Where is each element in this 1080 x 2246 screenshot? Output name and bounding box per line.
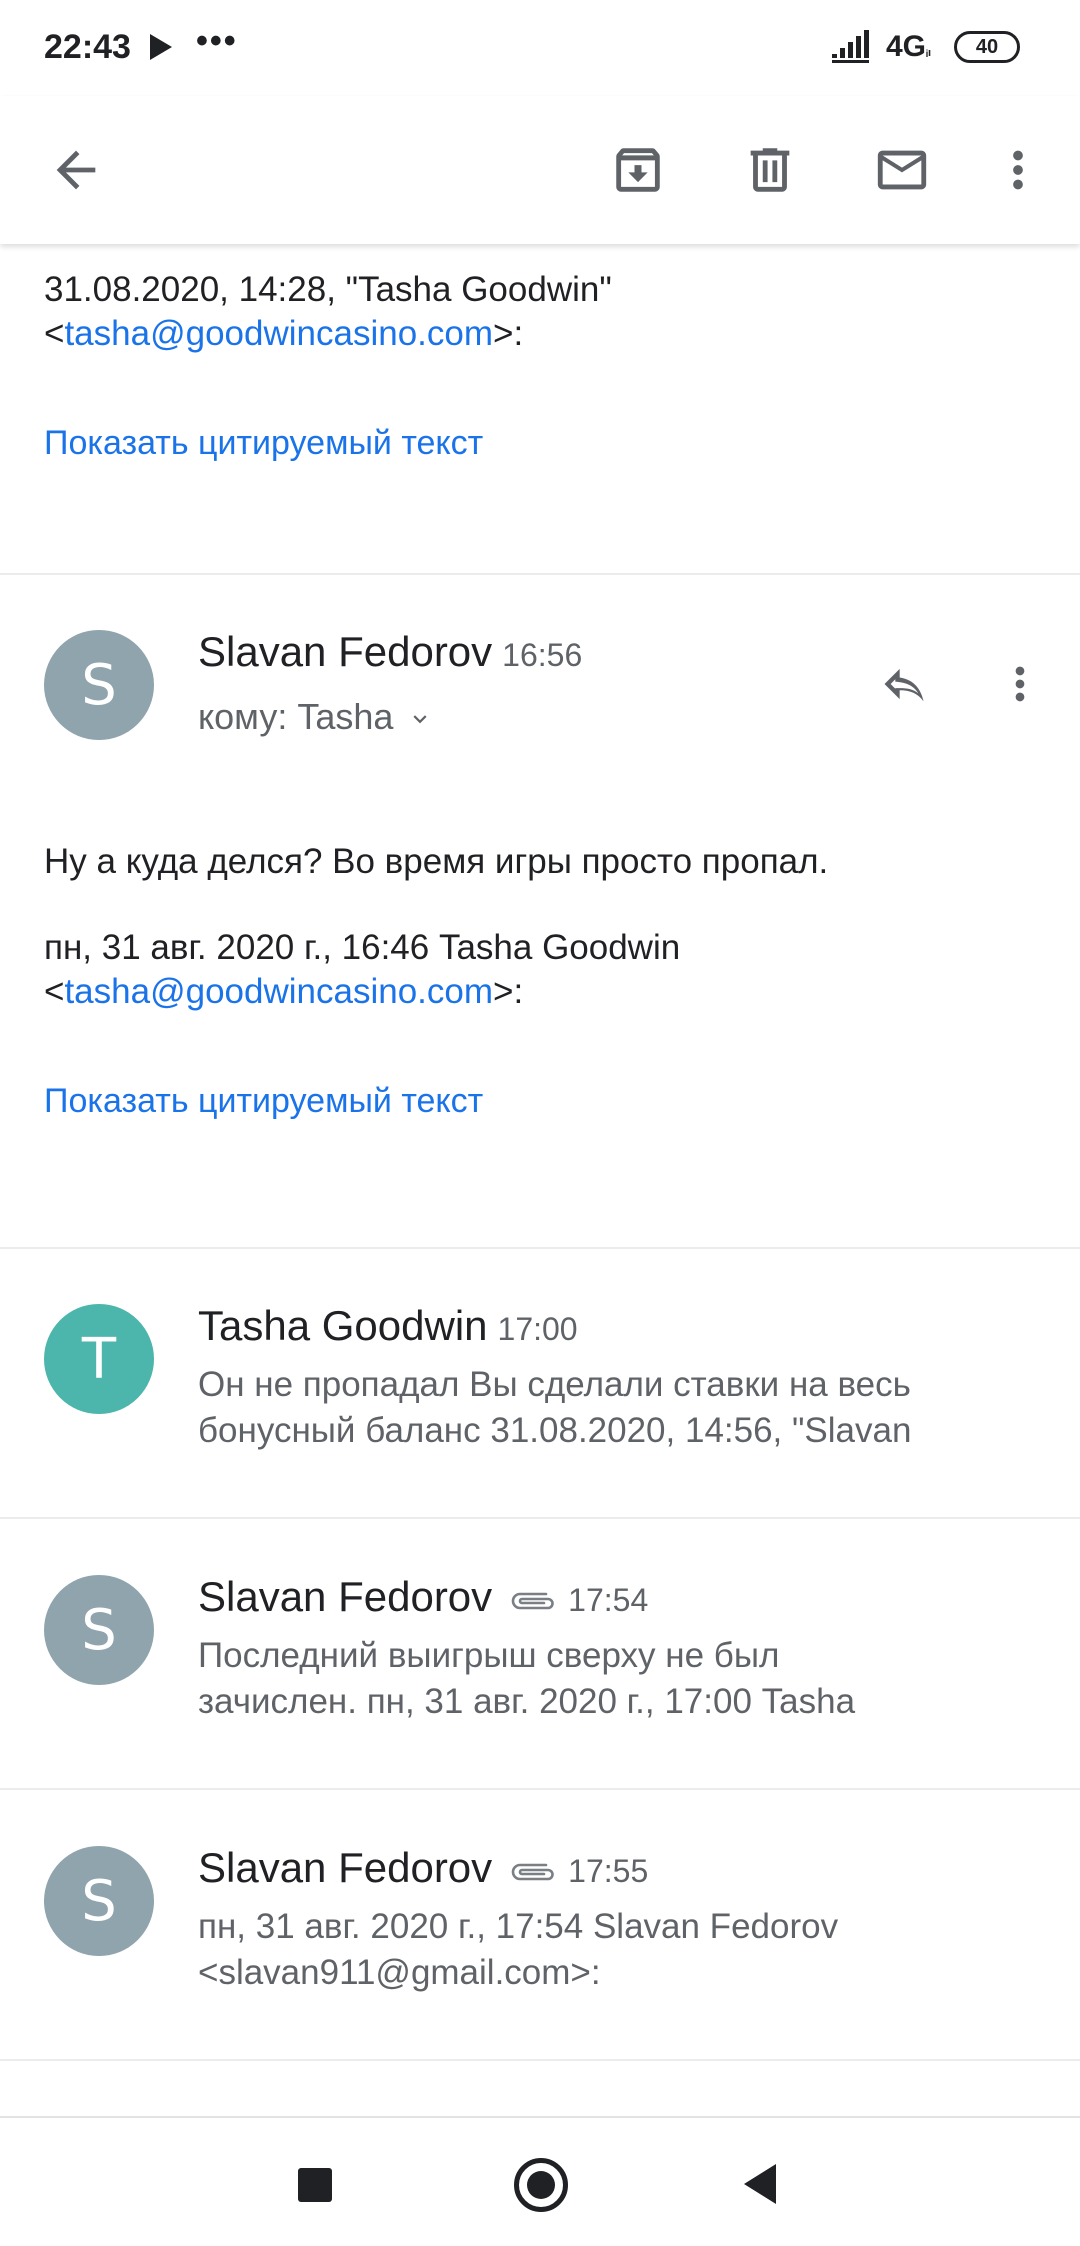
status-bar: 22:43 ••• 4Gᵢₗ 40 — [0, 0, 1080, 96]
quote-date-line: пн, 31 авг. 2020 г., 16:46 Tasha Goodwin — [44, 928, 681, 967]
message-sender: Slavan Fedorov 17:55 — [198, 1844, 648, 1892]
delete-button[interactable] — [726, 126, 814, 214]
sender-name: Slavan Fedorov — [198, 1844, 493, 1891]
battery-indicator: 40 — [954, 31, 1020, 63]
message-sender: Slavan Fedorov 17:54 — [198, 1573, 648, 1621]
divider — [0, 1788, 1080, 1790]
status-more: ••• — [196, 22, 238, 60]
trash-icon — [750, 148, 790, 192]
network-type: 4Gᵢₗ — [886, 30, 932, 63]
reply-icon — [884, 668, 924, 702]
chevron-down-icon — [413, 715, 427, 724]
archive-button[interactable] — [594, 126, 682, 214]
sender-name: Tasha Goodwin — [198, 1302, 488, 1349]
quote-email-line: <tasha@goodwincasino.com>: — [44, 972, 524, 1011]
quote-email-line: <tasha@goodwincasino.com>: — [44, 314, 524, 353]
email-link[interactable]: tasha@goodwincasino.com — [64, 314, 493, 353]
divider — [0, 2059, 1080, 2061]
status-time: 22:43 — [44, 28, 131, 66]
divider — [0, 573, 1080, 575]
message-time: 17:55 — [568, 1853, 649, 1889]
show-quoted-text-link[interactable]: Показать цитируемый текст — [44, 424, 483, 463]
recents-button[interactable] — [298, 2168, 332, 2202]
message-snippet: Последний выигрыш сверху не был зачислен… — [198, 1636, 856, 1721]
mail-icon — [877, 150, 927, 190]
message-sender[interactable]: Slavan Fedorov 16:56 — [198, 628, 582, 676]
show-quoted-text-link[interactable]: Показать цитируемый текст — [44, 1082, 483, 1121]
avatar[interactable]: S — [44, 1846, 154, 1956]
recipient-label: кому: Tasha — [198, 696, 394, 737]
back-button[interactable] — [32, 126, 120, 214]
archive-icon — [616, 148, 660, 192]
home-button[interactable] — [514, 2158, 568, 2212]
divider — [0, 1517, 1080, 1519]
message-snippet: пн, 31 авг. 2020 г., 17:54 Slavan Fedoro… — [198, 1907, 839, 1992]
message-snippet: Он не пропадал Вы сделали ставки на весь… — [198, 1365, 912, 1450]
divider — [0, 1247, 1080, 1249]
avatar[interactable]: S — [44, 1575, 154, 1685]
message-body: Ну а куда делся? Во время игры просто пр… — [44, 842, 829, 881]
signal-icon — [832, 30, 869, 63]
navigation-bar — [0, 2116, 1080, 2246]
message-time: 16:56 — [502, 637, 583, 673]
attachment-icon — [511, 1592, 554, 1610]
sender-name: Slavan Fedorov — [198, 628, 493, 675]
reply-button[interactable] — [864, 644, 944, 724]
message-time: 17:00 — [497, 1311, 578, 1347]
play-icon — [150, 34, 172, 60]
avatar[interactable]: S — [44, 630, 154, 740]
more-options-button[interactable] — [976, 126, 1060, 214]
quote-date-line: 31.08.2020, 14:28, "Tasha Goodwin" — [44, 270, 612, 309]
mark-unread-button[interactable] — [858, 126, 946, 214]
recipient-toggle[interactable]: кому: Tasha — [198, 696, 433, 738]
message-time: 17:54 — [568, 1582, 649, 1618]
quote-header: 31.08.2020, 14:28, "Tasha Goodwin" <tash… — [44, 268, 612, 356]
arrow-back-icon — [56, 150, 96, 190]
email-link[interactable]: tasha@goodwincasino.com — [64, 972, 493, 1011]
attachment-icon — [511, 1863, 554, 1881]
avatar[interactable]: T — [44, 1304, 154, 1414]
sender-name: Slavan Fedorov — [198, 1573, 493, 1620]
more-vert-icon — [1013, 150, 1023, 190]
message-sender: Tasha Goodwin 17:00 — [198, 1302, 578, 1350]
toolbar — [0, 96, 1080, 244]
back-nav-button[interactable] — [744, 2164, 776, 2204]
message-more-button[interactable] — [980, 644, 1060, 724]
quote-header: пн, 31 авг. 2020 г., 16:46 Tasha Goodwin… — [44, 926, 680, 1014]
more-vert-icon — [1015, 666, 1025, 702]
